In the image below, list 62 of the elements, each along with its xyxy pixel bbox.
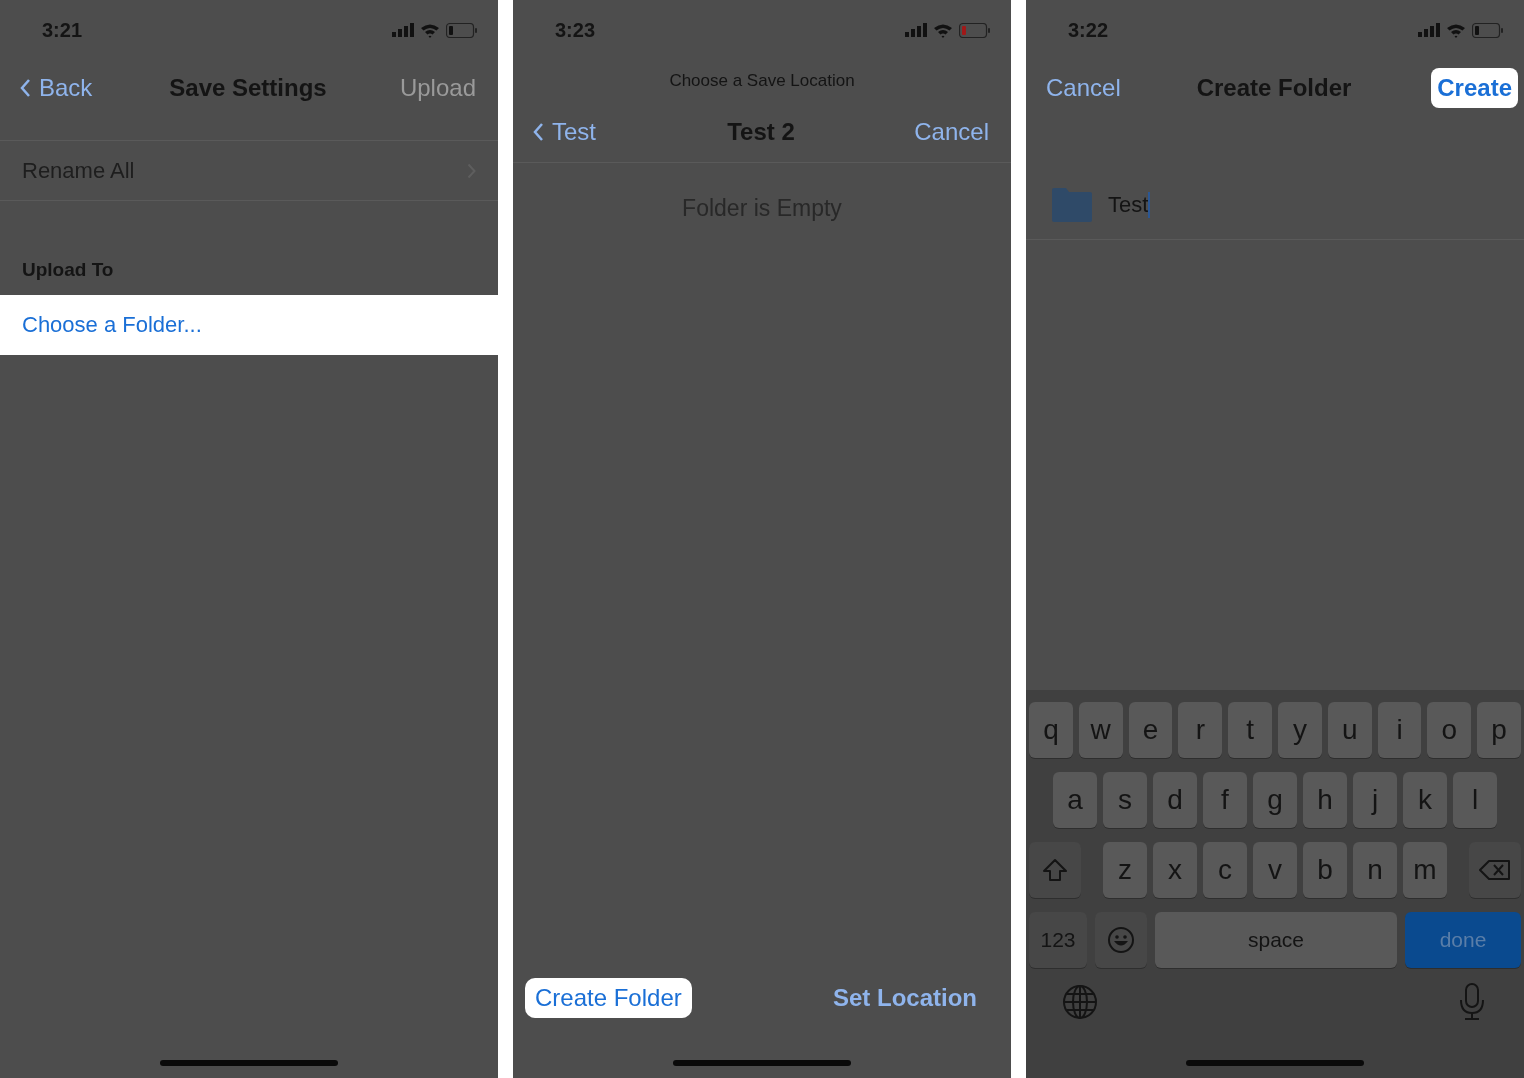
keyboard-key[interactable]: w	[1078, 702, 1123, 758]
wifi-icon	[933, 22, 953, 38]
cancel-button[interactable]: Cancel	[914, 118, 989, 146]
folder-name-field[interactable]: Test	[1108, 192, 1151, 218]
keyboard-key[interactable]: o	[1427, 702, 1472, 758]
keyboard-key[interactable]: a	[1053, 772, 1097, 828]
keyboard-key[interactable]: u	[1327, 702, 1372, 758]
keyboard-key[interactable]: g	[1253, 772, 1297, 828]
keyboard-key[interactable]: r	[1178, 702, 1223, 758]
chevron-left-icon	[20, 78, 31, 98]
emoji-key[interactable]	[1095, 912, 1147, 968]
space-key[interactable]: space	[1155, 912, 1397, 968]
screen-title: Save Settings	[169, 74, 327, 102]
keyboard-key[interactable]: c	[1203, 842, 1247, 898]
keyboard-key[interactable]: t	[1228, 702, 1272, 758]
status-time: 3:21	[42, 18, 83, 42]
done-key[interactable]: done	[1405, 912, 1521, 968]
keyboard-key[interactable]: j	[1353, 772, 1397, 828]
signal-icon	[392, 23, 414, 37]
cancel-button[interactable]: Cancel	[1046, 74, 1121, 102]
keyboard-key[interactable]: v	[1253, 842, 1297, 898]
keyboard-key[interactable]: k	[1403, 772, 1447, 828]
back-button[interactable]: Test	[533, 118, 728, 146]
keyboard-key[interactable]: h	[1303, 772, 1347, 828]
keyboard-key[interactable]: y	[1278, 702, 1322, 758]
keyboard-key[interactable]: s	[1103, 772, 1147, 828]
smiley-icon	[1107, 926, 1135, 954]
microphone-icon[interactable]	[1458, 983, 1486, 1021]
delete-key[interactable]	[1469, 842, 1521, 898]
keyboard-key[interactable]: z	[1103, 842, 1147, 898]
screen-title: Create Folder	[1196, 74, 1352, 102]
shift-key[interactable]	[1029, 842, 1081, 898]
keyboard-key[interactable]: x	[1153, 842, 1197, 898]
folder-icon	[1052, 188, 1092, 222]
screen-title: Test 2	[727, 118, 795, 146]
backspace-icon	[1479, 859, 1511, 881]
keyboard-key[interactable]: n	[1353, 842, 1397, 898]
create-button[interactable]: Create	[1431, 68, 1518, 108]
signal-icon	[905, 23, 927, 37]
status-time: 3:22	[1068, 18, 1109, 42]
keyboard-key[interactable]: f	[1203, 772, 1247, 828]
toolbar-button[interactable]: Create Folder	[525, 978, 692, 1018]
wifi-icon	[1446, 22, 1466, 38]
choose-folder-row[interactable]: Choose a Folder...	[0, 295, 498, 355]
keyboard-key[interactable]: l	[1453, 772, 1497, 828]
signal-icon	[1418, 23, 1440, 37]
toolbar-button[interactable]: Set Location	[823, 978, 987, 1018]
keyboard-key[interactable]: m	[1403, 842, 1447, 898]
keyboard-key[interactable]: i	[1377, 702, 1422, 758]
wifi-icon	[420, 22, 440, 38]
globe-icon[interactable]	[1062, 984, 1098, 1020]
keyboard-key[interactable]: b	[1303, 842, 1347, 898]
chevron-left-icon	[533, 122, 544, 142]
back-button[interactable]: Back	[20, 74, 170, 102]
keyboard-key[interactable]: q	[1029, 702, 1073, 758]
keyboard-key[interactable]: e	[1128, 702, 1173, 758]
keyboard-key[interactable]: p	[1477, 702, 1521, 758]
section-header: Upload To	[21, 258, 115, 282]
status-time: 3:23	[555, 18, 596, 42]
shift-icon	[1042, 858, 1068, 882]
location-prompt: Choose a Save Location	[668, 70, 856, 92]
keyboard-key[interactable]: d	[1153, 772, 1197, 828]
